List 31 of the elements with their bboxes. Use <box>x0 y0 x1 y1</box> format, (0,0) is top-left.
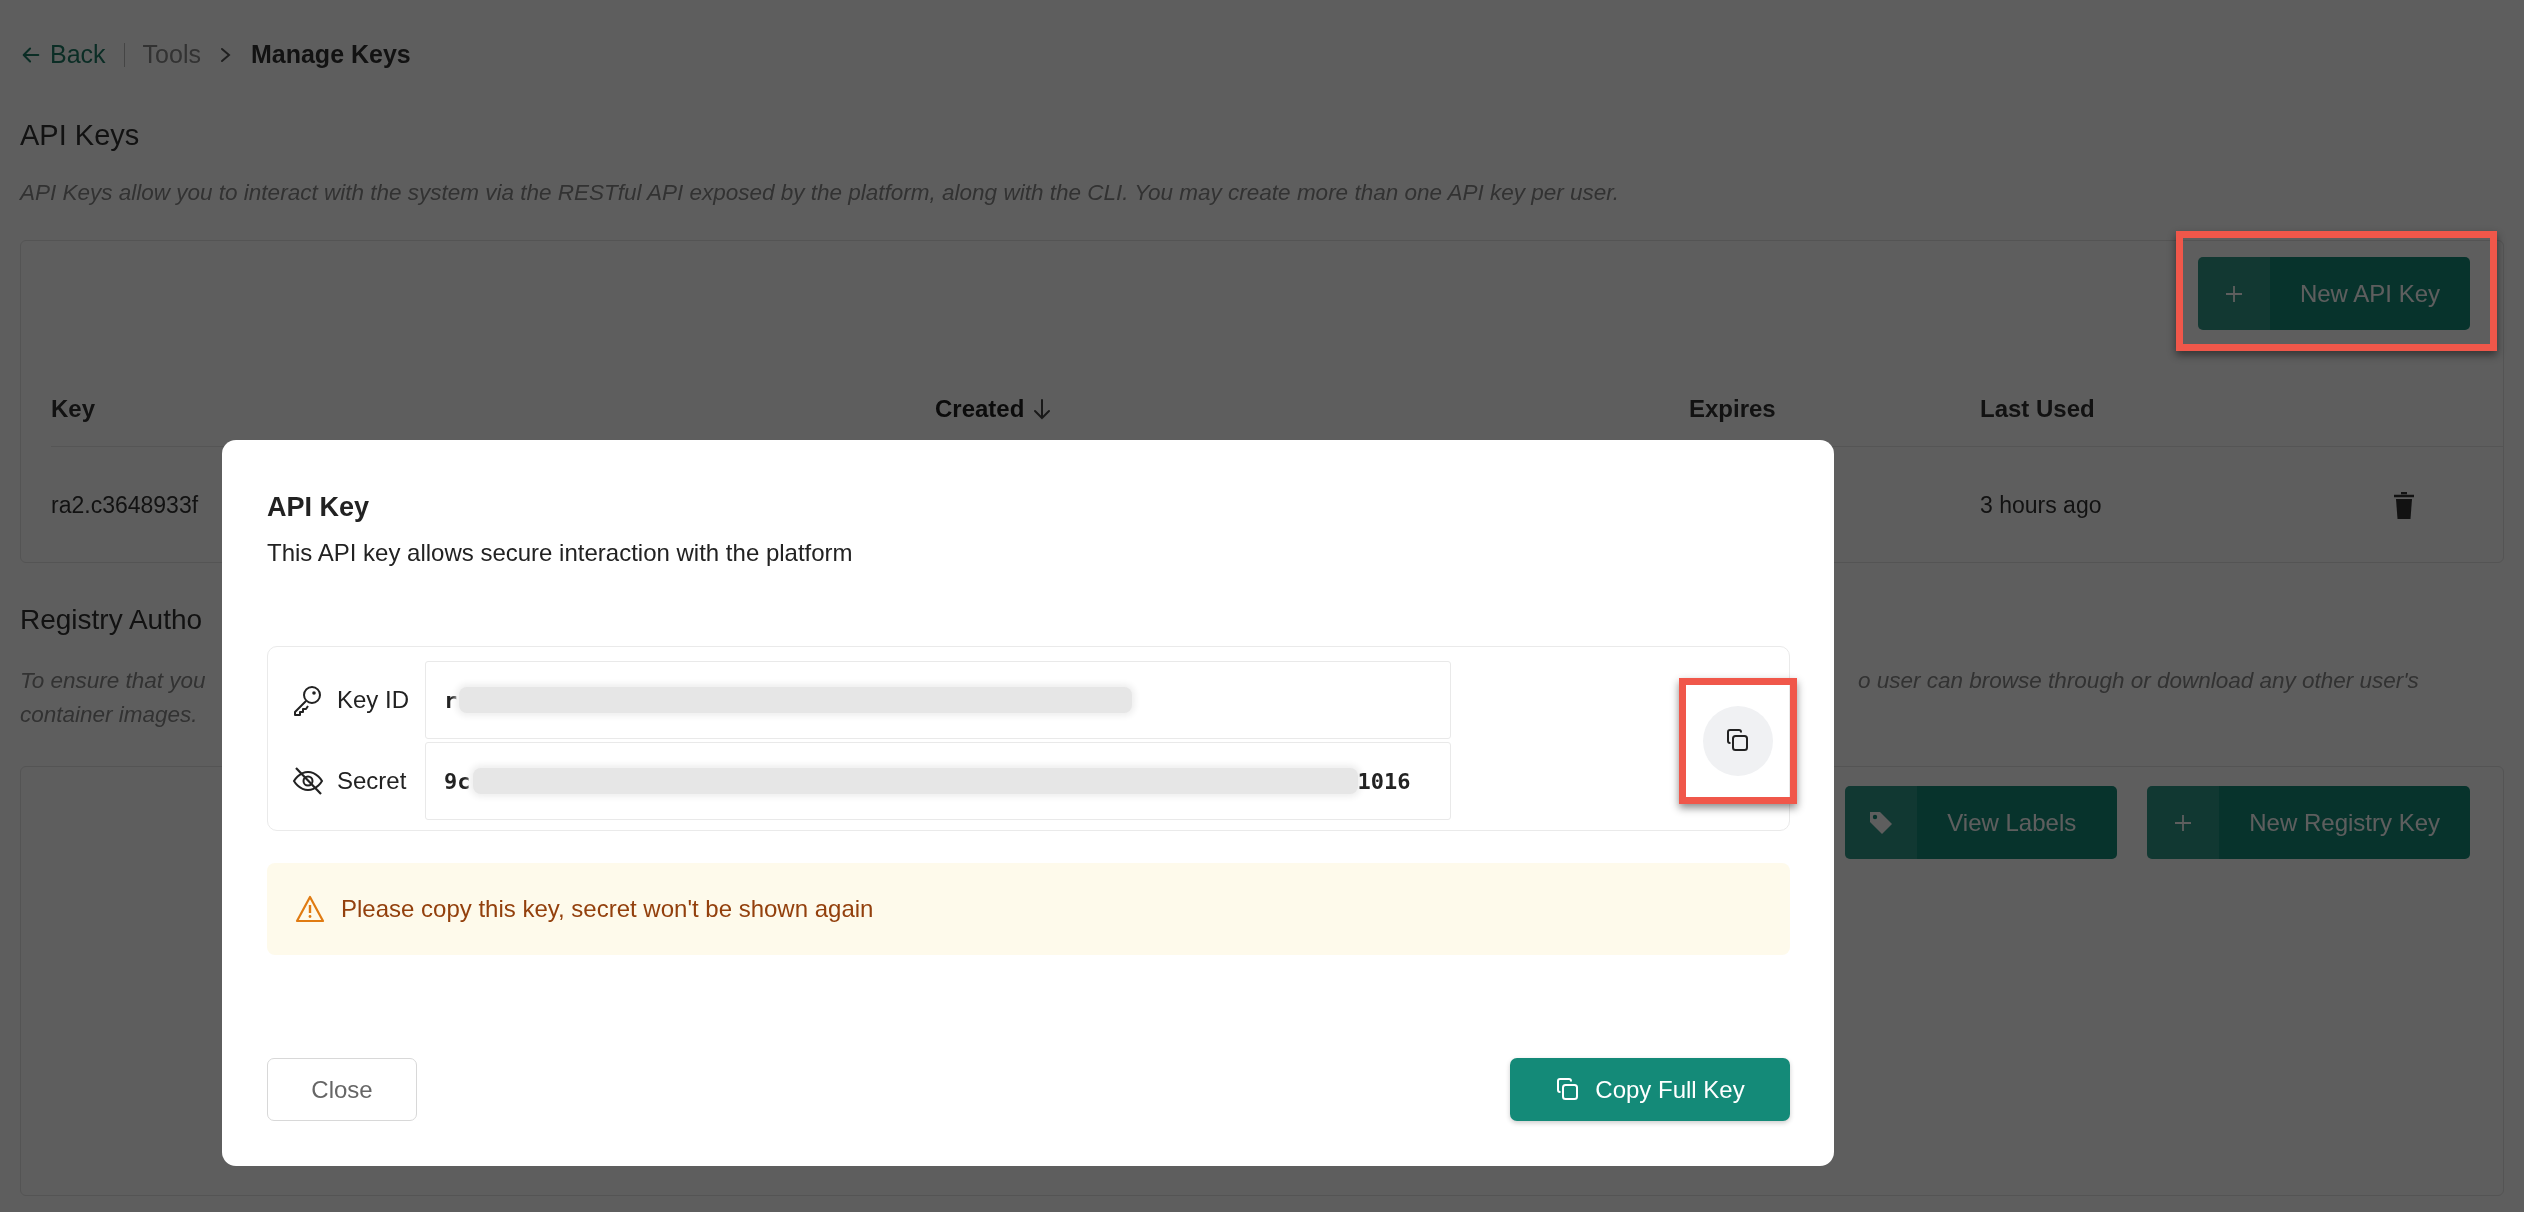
column-header[interactable]: Last Used <box>1980 390 2095 427</box>
delete-button[interactable] <box>2393 491 2415 520</box>
chevron-right-icon <box>218 46 233 64</box>
section-heading: API Keys <box>20 118 141 153</box>
warning-text: Please copy this key, secret won't be shown again <box>341 894 874 924</box>
new-registry-key-button[interactable]: New Registry Key <box>2147 786 2470 859</box>
back-link[interactable]: Back <box>20 36 106 74</box>
table-cell-text: ra2.c3648933f <box>51 491 199 521</box>
new-api-key-button[interactable]: New API Key <box>2197 257 2470 330</box>
field-label: Secret <box>337 766 407 796</box>
arrow-down-icon <box>1032 396 1053 421</box>
warning-icon <box>295 895 325 923</box>
breadcrumb-item: Manage Keys <box>250 39 411 71</box>
close-button[interactable]: Close <box>267 1058 417 1121</box>
field-value: r <box>444 686 458 715</box>
plus-icon <box>2173 812 2194 833</box>
modal-subtitle: This API key allows secure interaction with the platform <box>267 538 854 568</box>
trash-icon <box>2393 491 2415 520</box>
field-value: 9c <box>444 767 471 796</box>
plus-icon <box>2223 283 2244 304</box>
column-header[interactable]: Key <box>51 390 96 427</box>
modal-title: API Key <box>267 491 371 524</box>
column-header[interactable]: Created <box>935 390 1053 427</box>
section-heading: Registry Autho <box>20 603 204 637</box>
field-label: Key ID <box>337 685 410 715</box>
view-labels-button[interactable]: View Labels <box>1845 786 2118 859</box>
copy-full-key-button[interactable]: Copy Full Key <box>1510 1058 1790 1121</box>
table-cell-text: 3 hours ago <box>1980 491 2102 521</box>
field-value: 1016 <box>1357 767 1411 796</box>
copy-icon <box>1725 727 1751 754</box>
column-header[interactable]: Expires <box>1689 390 1776 427</box>
